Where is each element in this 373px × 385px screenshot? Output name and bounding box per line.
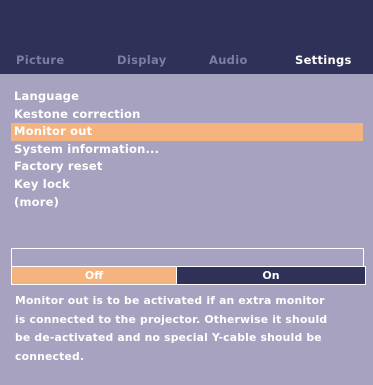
menu-item-keystone-correction[interactable]: Kestone correction [11,106,363,124]
help-line: be de-activated and no special Y-cable s… [15,331,322,344]
tab-display[interactable]: Display [117,50,167,70]
menu-item-factory-reset[interactable]: Factory reset [11,158,363,176]
tab-picture[interactable]: Picture [16,50,64,70]
menu-header: Picture Display Audio Settings [0,0,373,74]
option-off[interactable]: Off [12,267,177,284]
menu-item-language[interactable]: Language [11,88,363,106]
tab-audio[interactable]: Audio [209,50,248,70]
tab-settings[interactable]: Settings [295,50,352,70]
menu-item-system-information[interactable]: System information... [11,141,363,159]
value-display-box [11,248,364,267]
menu-item-key-lock[interactable]: Key lock [11,176,363,194]
osd-menu: Picture Display Audio Settings Language … [0,0,373,385]
menu-item-monitor-out[interactable]: Monitor out [11,123,363,141]
help-line: connected. [15,349,85,363]
menu-item-more[interactable]: (more) [11,194,363,212]
tab-bar: Picture Display Audio Settings [0,50,373,70]
help-line: is connected to the projector. Otherwise… [15,312,328,326]
help-line: Monitor out is to be activated if an ext… [15,294,325,307]
monitor-out-toggle: Off On [11,266,366,285]
help-text: Monitor out is to be activated if an ext… [15,292,363,366]
option-on[interactable]: On [177,267,365,284]
settings-menu: Language Kestone correction Monitor out … [11,88,363,211]
